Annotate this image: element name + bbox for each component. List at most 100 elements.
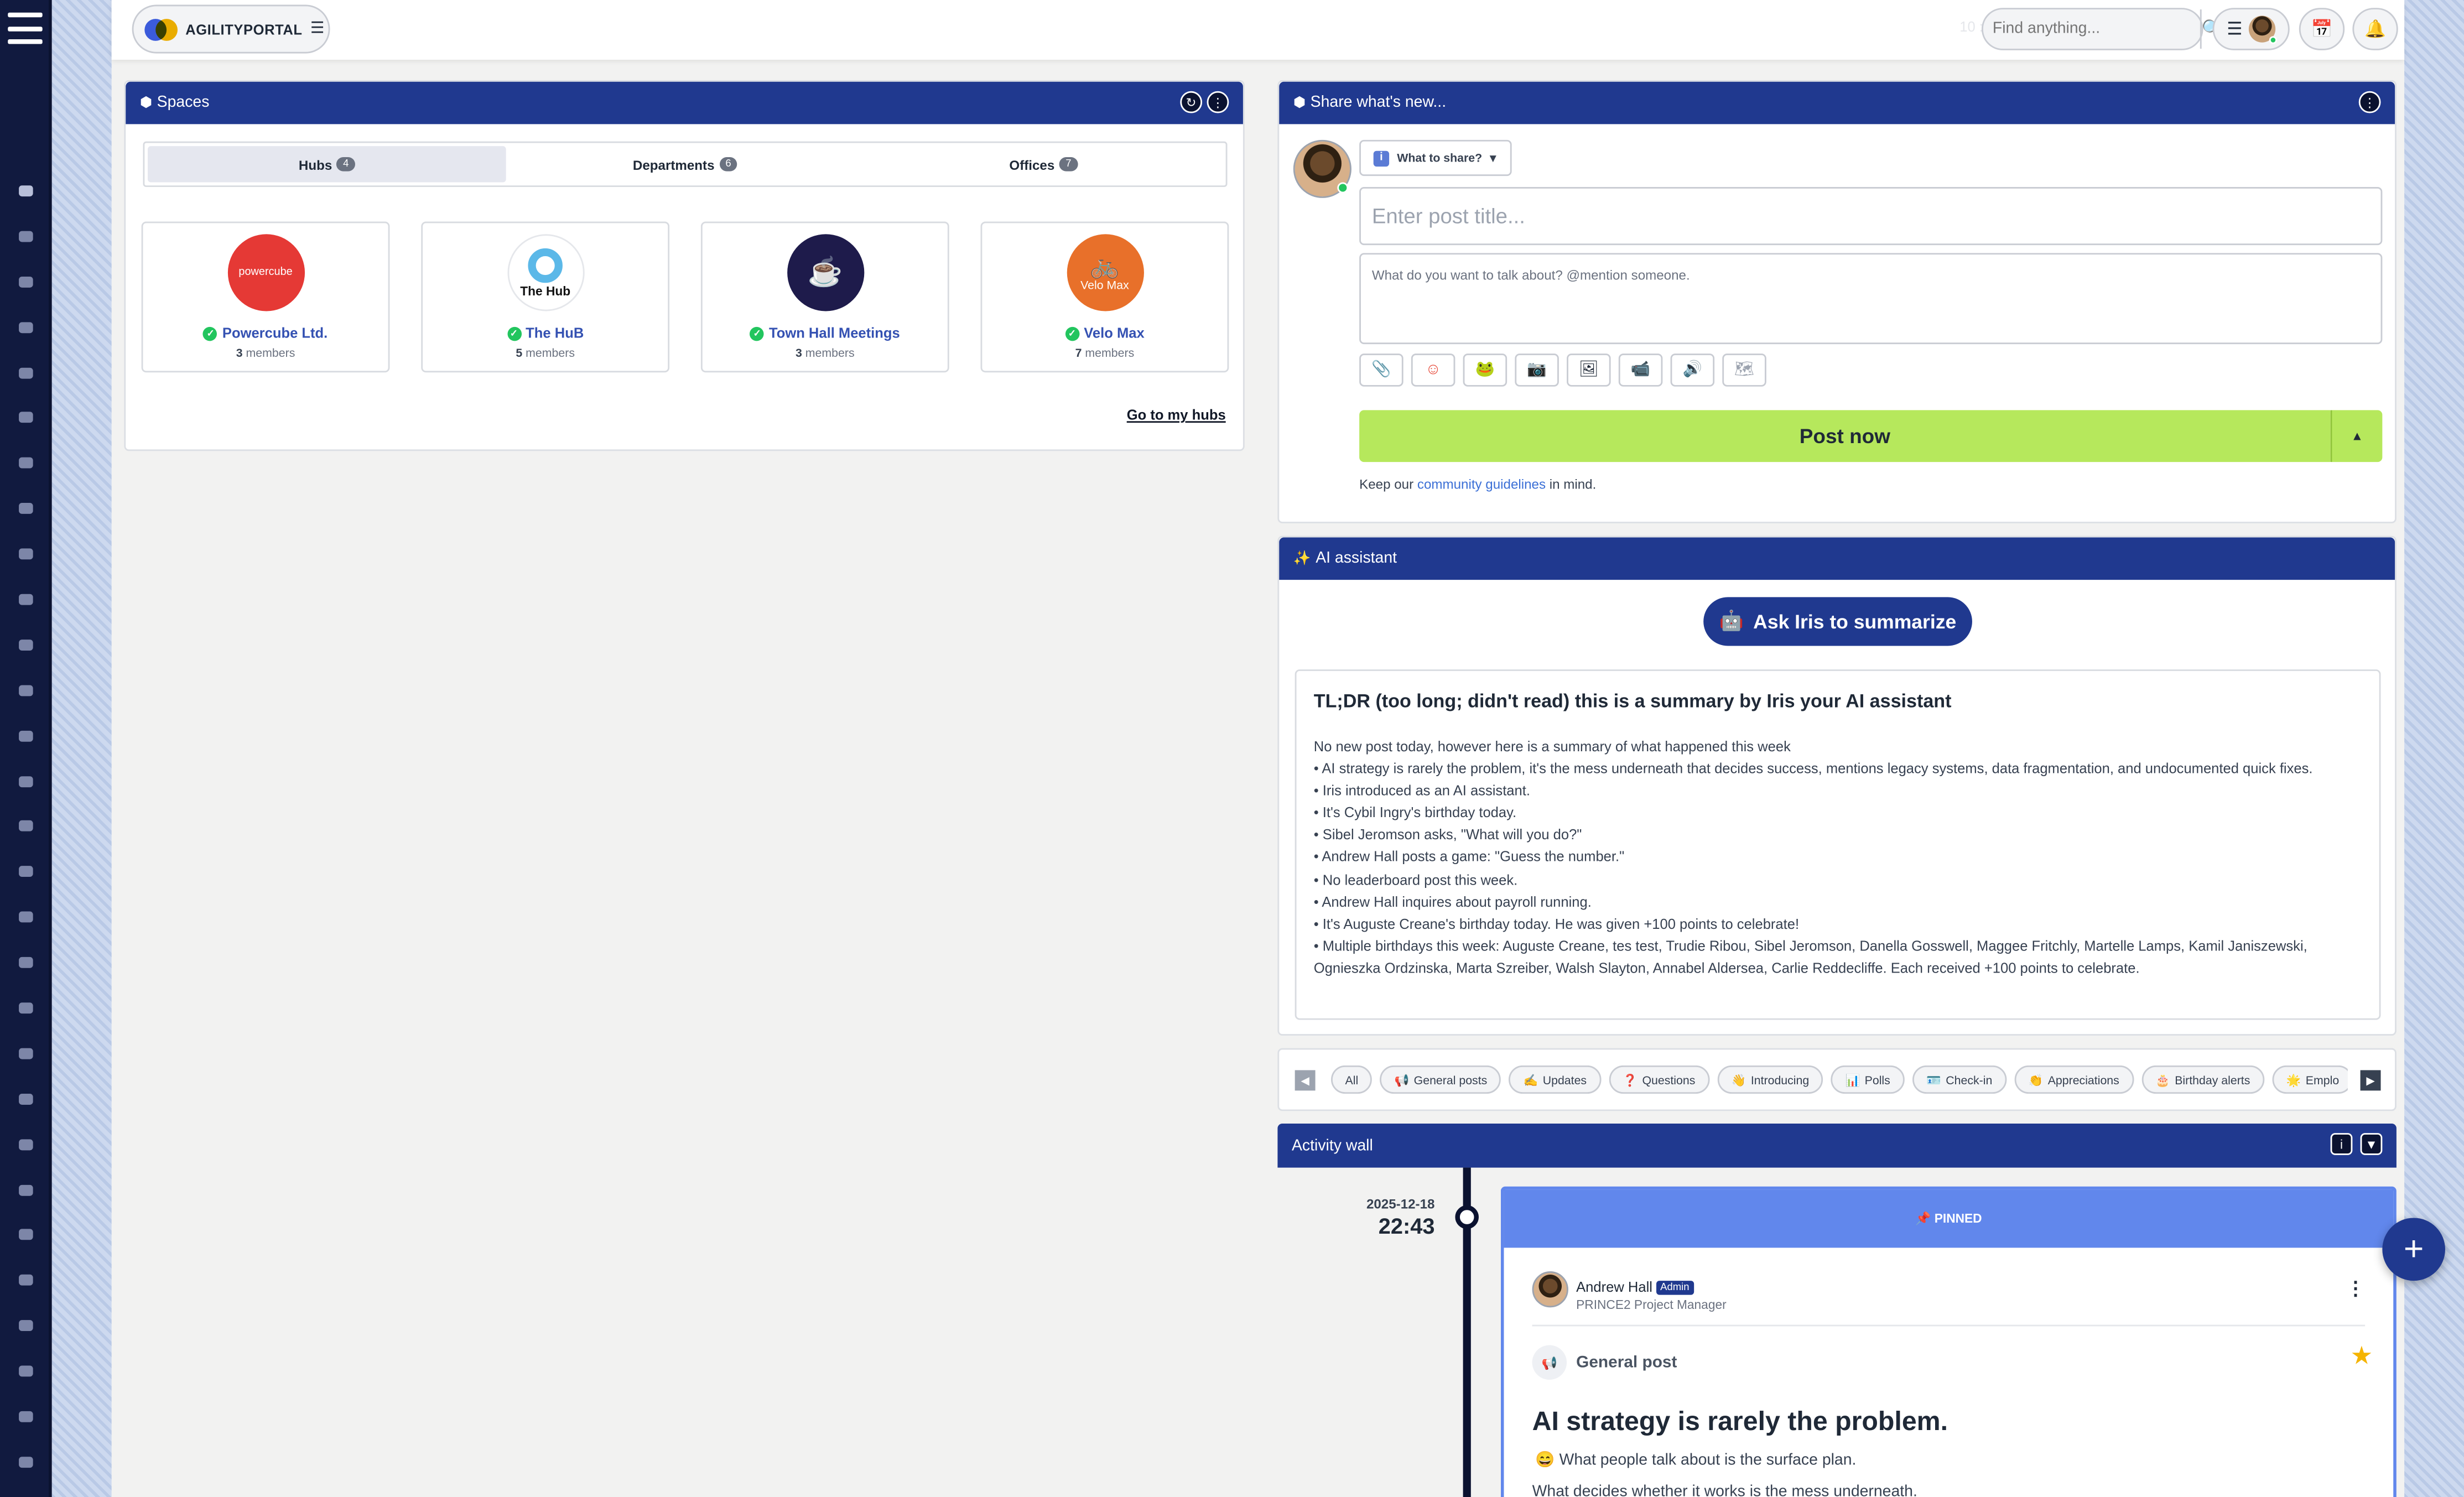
author-name[interactable]: Andrew Hall: [1576, 1279, 1652, 1295]
send-icon[interactable]: [0, 804, 52, 849]
filter-icon: 👋: [1731, 1072, 1746, 1087]
filter-chip[interactable]: 🪪 Check-in: [1912, 1065, 2006, 1094]
ask-iris-button[interactable]: 🤖 Ask Iris to summarize: [1703, 597, 1972, 646]
camera-button[interactable]: 📷: [1515, 354, 1559, 387]
folder2-icon[interactable]: [0, 1212, 52, 1257]
avatar[interactable]: [1532, 1271, 1568, 1308]
gear-icon[interactable]: [0, 1303, 52, 1349]
search-input[interactable]: [1983, 9, 2200, 49]
share-header: ⬢ Share what's new... ⋮: [1279, 81, 2395, 124]
book-icon[interactable]: [0, 486, 52, 531]
community-guidelines-link[interactable]: community guidelines: [1417, 476, 1546, 492]
post-options-button[interactable]: ▲: [2330, 410, 2383, 462]
menu-icon[interactable]: [8, 12, 43, 44]
rocket-icon[interactable]: [0, 668, 52, 713]
post-body-textarea[interactable]: [1359, 253, 2383, 345]
megaphone-icon[interactable]: [0, 304, 52, 350]
notifications-button[interactable]: 🔔: [2352, 8, 2398, 50]
ticket-icon[interactable]: [0, 985, 52, 1031]
share-info-button[interactable]: ⋮: [2358, 91, 2381, 113]
card-icon[interactable]: [0, 440, 52, 486]
wall-info-button[interactable]: i: [2330, 1133, 2353, 1155]
document-icon[interactable]: [0, 259, 52, 304]
users-icon[interactable]: [0, 214, 52, 259]
hub-card-velo-max[interactable]: 🚲 Velo Max ✓ Velo Max 7 members: [980, 221, 1229, 373]
filter-icon: 📊: [1845, 1072, 1860, 1087]
hub-card-the-hub[interactable]: The Hub ✓ The HuB 5 members: [421, 221, 670, 373]
pinned-post-card: 📌 PINNED Andrew Hall Admin PRINCE2 Proje…: [1500, 1186, 2397, 1497]
gif-button[interactable]: 🐸: [1463, 354, 1507, 387]
spaces-options-button[interactable]: ⋮: [1207, 91, 1229, 113]
image-icon: 🖼: [1578, 361, 1599, 379]
filter-chip[interactable]: ✍ Updates: [1509, 1065, 1601, 1094]
calendar-icon[interactable]: [0, 577, 52, 622]
tab-hubs[interactable]: Hubs 4: [148, 146, 506, 183]
filter-chip[interactable]: All: [1330, 1065, 1373, 1094]
emoji-button[interactable]: ☺: [1411, 354, 1455, 387]
image-button[interactable]: 🖼: [1567, 354, 1611, 387]
folder-icon[interactable]: [0, 713, 52, 758]
timer-icon[interactable]: [0, 940, 52, 985]
phone-icon[interactable]: [0, 1076, 52, 1121]
tag-icon[interactable]: [0, 1439, 52, 1485]
post-now-button[interactable]: Post now: [1359, 410, 2331, 462]
home-icon[interactable]: [0, 168, 52, 214]
audio-button[interactable]: 🔊: [1670, 354, 1715, 387]
frog-icon: 🐸: [1475, 361, 1495, 379]
map-icon: 🗺: [1734, 361, 1755, 379]
coin-icon[interactable]: [0, 1485, 52, 1497]
filter-icon: 🪪: [1926, 1072, 1941, 1087]
brand-button[interactable]: AGILITYPORTAL ☰: [132, 4, 330, 54]
star-icon[interactable]: ★: [2351, 1340, 2373, 1372]
post-options-button[interactable]: ⋮: [2346, 1277, 2365, 1300]
archive-icon[interactable]: [0, 1394, 52, 1439]
summary-line: • It's Auguste Creane's birthday today. …: [1313, 916, 1800, 932]
user-menu-button[interactable]: ☰: [2212, 8, 2290, 50]
globe-icon[interactable]: [0, 531, 52, 576]
more-vertical-icon: ⋮: [1212, 95, 1224, 110]
scroll-right-button[interactable]: ▶: [2360, 1070, 2381, 1091]
post-title-input[interactable]: [1359, 187, 2383, 246]
create-post-button[interactable]: +: [2382, 1218, 2445, 1281]
list2-icon[interactable]: [0, 1121, 52, 1167]
filter-chip[interactable]: 📊 Polls: [1831, 1065, 1905, 1094]
filter-chip[interactable]: ❓ Questions: [1608, 1065, 1709, 1094]
group-icon[interactable]: [0, 622, 52, 668]
video-button[interactable]: 📹: [1618, 354, 1663, 387]
search-icon[interactable]: [0, 395, 52, 440]
tab-offices[interactable]: Offices 7: [864, 146, 1223, 182]
smiley-icon: ☺: [1425, 361, 1442, 379]
post-time: 22:43: [1378, 1213, 1435, 1239]
filter-chip[interactable]: 👏 Appreciations: [2014, 1065, 2134, 1094]
hub-card-powercube[interactable]: powercube ✓ Powercube Ltd. 3 members: [141, 221, 390, 373]
tab-departments[interactable]: Departments 6: [506, 146, 865, 182]
calendar-button[interactable]: 📅: [2299, 8, 2345, 50]
network-icon[interactable]: [0, 895, 52, 940]
scroll-left-button[interactable]: ◀: [1295, 1070, 1316, 1091]
what-to-share-dropdown[interactable]: i What to share? ▾: [1359, 139, 1512, 176]
hub-card-town-hall[interactable]: ☕ ✓ Town Hall Meetings 3 members: [700, 221, 949, 373]
plane-icon[interactable]: [0, 1349, 52, 1394]
tab-label: Offices: [1009, 156, 1055, 173]
filter-chip[interactable]: 📢 General posts: [1380, 1065, 1501, 1094]
tab-label: Departments: [632, 156, 715, 173]
cube-icon: ⬢: [139, 94, 153, 110]
filter-chip[interactable]: 👋 Introducing: [1717, 1065, 1823, 1094]
filter-label: Birthday alerts: [2175, 1072, 2250, 1087]
filter-chip[interactable]: 🎂 Birthday alerts: [2141, 1065, 2264, 1094]
bubble-icon[interactable]: [0, 758, 52, 804]
newspaper-icon[interactable]: [0, 849, 52, 895]
guidelines-text: Keep our community guidelines in mind.: [1359, 476, 1597, 492]
chat-icon[interactable]: [0, 350, 52, 395]
filter-chip[interactable]: 🌟 Emplo: [2272, 1065, 2348, 1094]
refresh-button[interactable]: ↻: [1180, 91, 1203, 113]
wall-filter-button[interactable]: ▼: [2360, 1133, 2383, 1155]
summary-line: • Multiple birthdays this week: Auguste …: [1313, 938, 2307, 976]
attach-button[interactable]: 📎: [1359, 354, 1403, 387]
briefcase-icon[interactable]: [0, 1167, 52, 1212]
list-icon[interactable]: [0, 1031, 52, 1076]
hub-name: The HuB: [526, 325, 584, 341]
map-button[interactable]: 🗺: [1722, 354, 1766, 387]
clipboard-icon[interactable]: [0, 1258, 52, 1303]
go-to-my-hubs-link[interactable]: Go to my hubs: [1127, 407, 1226, 423]
